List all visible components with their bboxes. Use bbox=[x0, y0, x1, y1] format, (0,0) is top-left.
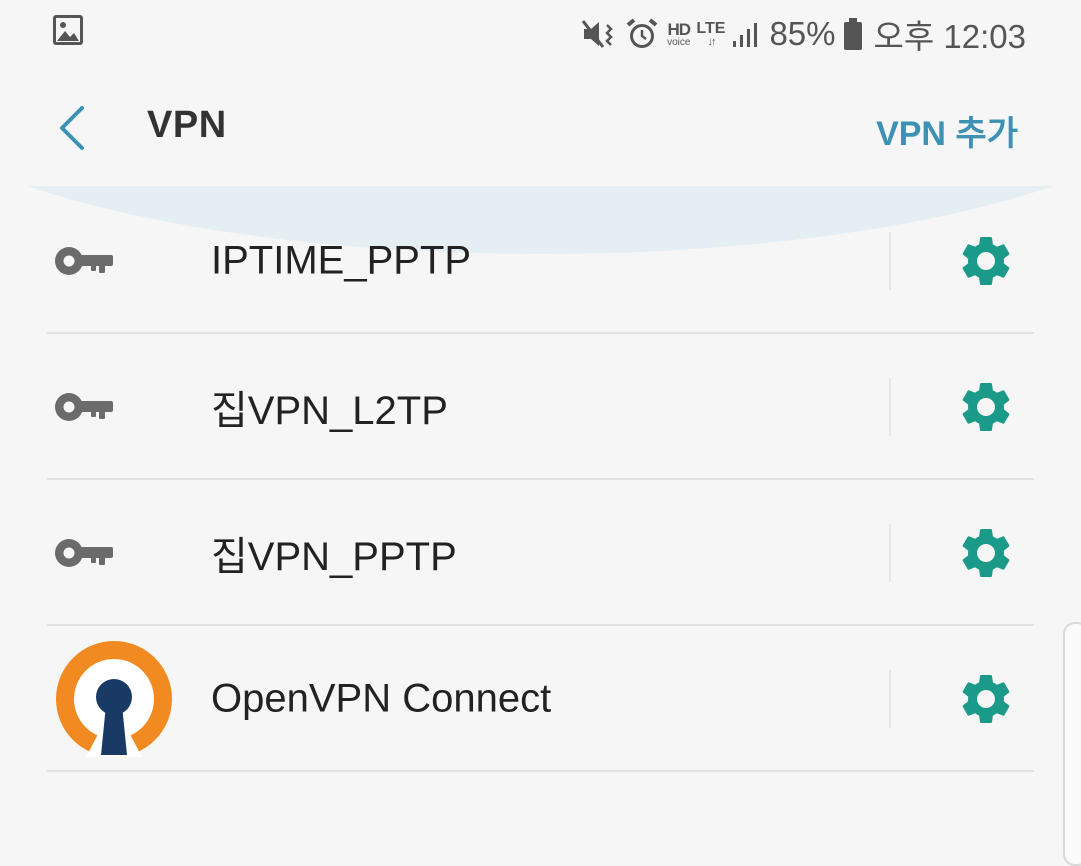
key-icon bbox=[55, 247, 113, 275]
hd-sub-label: voice bbox=[667, 36, 691, 48]
gear-icon bbox=[962, 529, 1010, 577]
vpn-list: IPTIME_PPTP 집VPN_L2TP 집VPN_PPTP OpenVPN … bbox=[0, 188, 1081, 772]
status-bar: HD voice LTE ↓↑ 85% 오후 12:03 bbox=[0, 0, 1081, 70]
settings-button[interactable] bbox=[956, 231, 1016, 291]
divider bbox=[889, 524, 891, 582]
list-item-vpn-home-pptp[interactable]: 집VPN_PPTP bbox=[0, 480, 1081, 626]
hd-voice-icon: HD voice bbox=[667, 19, 691, 48]
gear-icon bbox=[962, 237, 1010, 285]
vpn-name: OpenVPN Connect bbox=[211, 676, 552, 721]
key-icon bbox=[55, 393, 113, 421]
openvpn-logo-icon bbox=[56, 641, 172, 757]
battery-icon bbox=[842, 17, 864, 51]
divider bbox=[889, 232, 891, 290]
gear-icon bbox=[962, 383, 1010, 431]
vpn-name: IPTIME_PPTP bbox=[211, 238, 472, 283]
divider bbox=[889, 378, 891, 436]
alarm-icon bbox=[625, 17, 659, 51]
settings-button[interactable] bbox=[956, 669, 1016, 729]
gallery-notification-icon bbox=[53, 15, 83, 45]
settings-button[interactable] bbox=[956, 377, 1016, 437]
list-item-vpn-iptime-pptp[interactable]: IPTIME_PPTP bbox=[0, 188, 1081, 334]
battery-percent: 85% bbox=[769, 15, 836, 52]
vpn-name: 집VPN_PPTP bbox=[211, 535, 457, 579]
lte-icon: LTE ↓↑ bbox=[696, 19, 726, 48]
edge-panel-handle[interactable] bbox=[1063, 622, 1081, 866]
network-label: LTE bbox=[696, 19, 726, 37]
vibrate-mute-icon bbox=[581, 17, 619, 51]
clock: 오후 12:03 bbox=[873, 18, 1026, 55]
chevron-left-icon bbox=[60, 106, 84, 150]
list-item-vpn-home-l2tp[interactable]: 집VPN_L2TP bbox=[0, 334, 1081, 480]
add-vpn-button[interactable]: VPN 추가 bbox=[876, 106, 1018, 155]
key-icon bbox=[55, 539, 113, 567]
divider bbox=[889, 670, 891, 728]
back-button[interactable] bbox=[50, 100, 98, 156]
gear-icon bbox=[962, 675, 1010, 723]
row-divider bbox=[47, 770, 1034, 772]
page-title: VPN bbox=[147, 104, 227, 146]
status-indicators: HD voice LTE ↓↑ 85% 오후 12:03 bbox=[581, 12, 1026, 56]
hd-label: HD bbox=[667, 19, 691, 39]
vpn-name: 집VPN_L2TP bbox=[211, 389, 448, 433]
settings-button[interactable] bbox=[956, 523, 1016, 583]
list-item-vpn-openvpn-connect[interactable]: OpenVPN Connect bbox=[0, 626, 1081, 772]
signal-icon bbox=[731, 19, 763, 49]
